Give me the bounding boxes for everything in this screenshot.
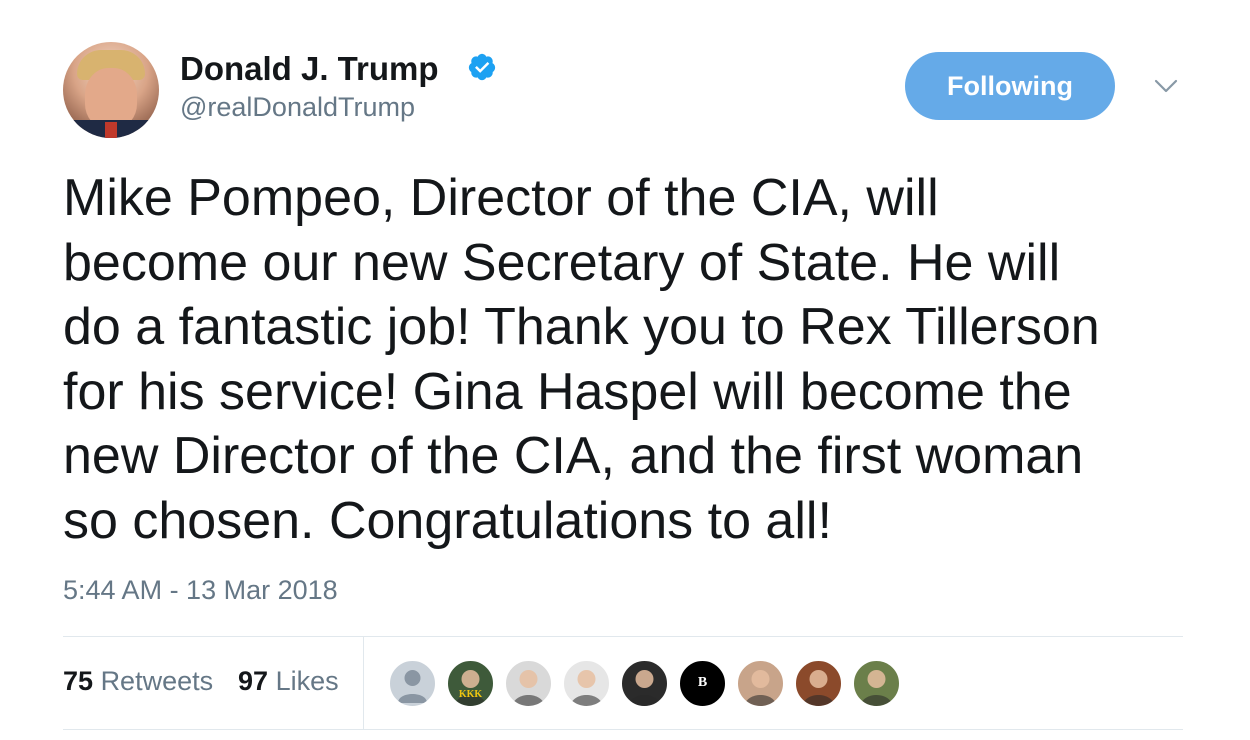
logo-avatar[interactable]: B <box>678 659 727 708</box>
tweet-text-line: become our new Secretary of State. He wi… <box>63 233 1061 292</box>
retweets-count: 75 <box>63 666 94 696</box>
likes-stat[interactable]: 97 Likes <box>238 666 339 697</box>
default-user-icon <box>398 670 427 703</box>
stats-separator <box>363 637 364 729</box>
tweet-text: Mike Pompeo, Director of the CIA, will b… <box>63 166 1193 553</box>
author-handle[interactable]: @realDonaldTrump <box>180 92 415 123</box>
divider <box>63 636 1183 637</box>
group-photo-avatar[interactable]: KKK <box>446 659 495 708</box>
likes-count: 97 <box>238 666 269 696</box>
outdoor-avatar[interactable] <box>852 659 901 708</box>
chevron-down-icon[interactable] <box>1153 76 1179 96</box>
avatar-tie-shape <box>105 122 117 138</box>
tweet-card: Donald J. Trump @realDonaldTrump Followi… <box>0 0 1250 740</box>
tweet-timestamp[interactable]: 5:44 AM - 13 Mar 2018 <box>63 575 338 606</box>
retweets-label: Retweets <box>100 666 214 696</box>
verified-badge-icon <box>468 53 496 81</box>
author-avatar[interactable] <box>63 42 159 138</box>
sunset-avatar[interactable] <box>794 659 843 708</box>
tweet-text-line: new Director of the CIA, and the first w… <box>63 427 1084 485</box>
avatar-face-shape <box>85 68 137 128</box>
tweet-text-line: for his service! Gina Haspel will become… <box>63 362 1072 421</box>
author-display-name[interactable]: Donald J. Trump <box>180 50 439 88</box>
woman-avatar[interactable] <box>736 659 785 708</box>
retweets-stat[interactable]: 75 Retweets <box>63 666 213 697</box>
divider <box>63 729 1183 730</box>
default-avatar[interactable] <box>388 659 437 708</box>
following-button[interactable]: Following <box>905 52 1115 120</box>
avatar-badge-text: KKK <box>458 689 483 700</box>
sunglasses-avatar[interactable] <box>504 659 553 708</box>
tweet-text-line: Mike Pompeo, Director of the CIA, will <box>63 169 939 227</box>
selfie-avatar[interactable] <box>562 659 611 708</box>
portrait-avatar[interactable] <box>620 659 669 708</box>
tweet-text-line: do a fantastic job! Thank you to Rex Til… <box>63 298 1100 356</box>
tweet-text-line: so chosen. Congratulations to all! <box>63 491 832 550</box>
avatar-badge-text: B <box>697 675 708 690</box>
likes-label: Likes <box>275 666 339 696</box>
